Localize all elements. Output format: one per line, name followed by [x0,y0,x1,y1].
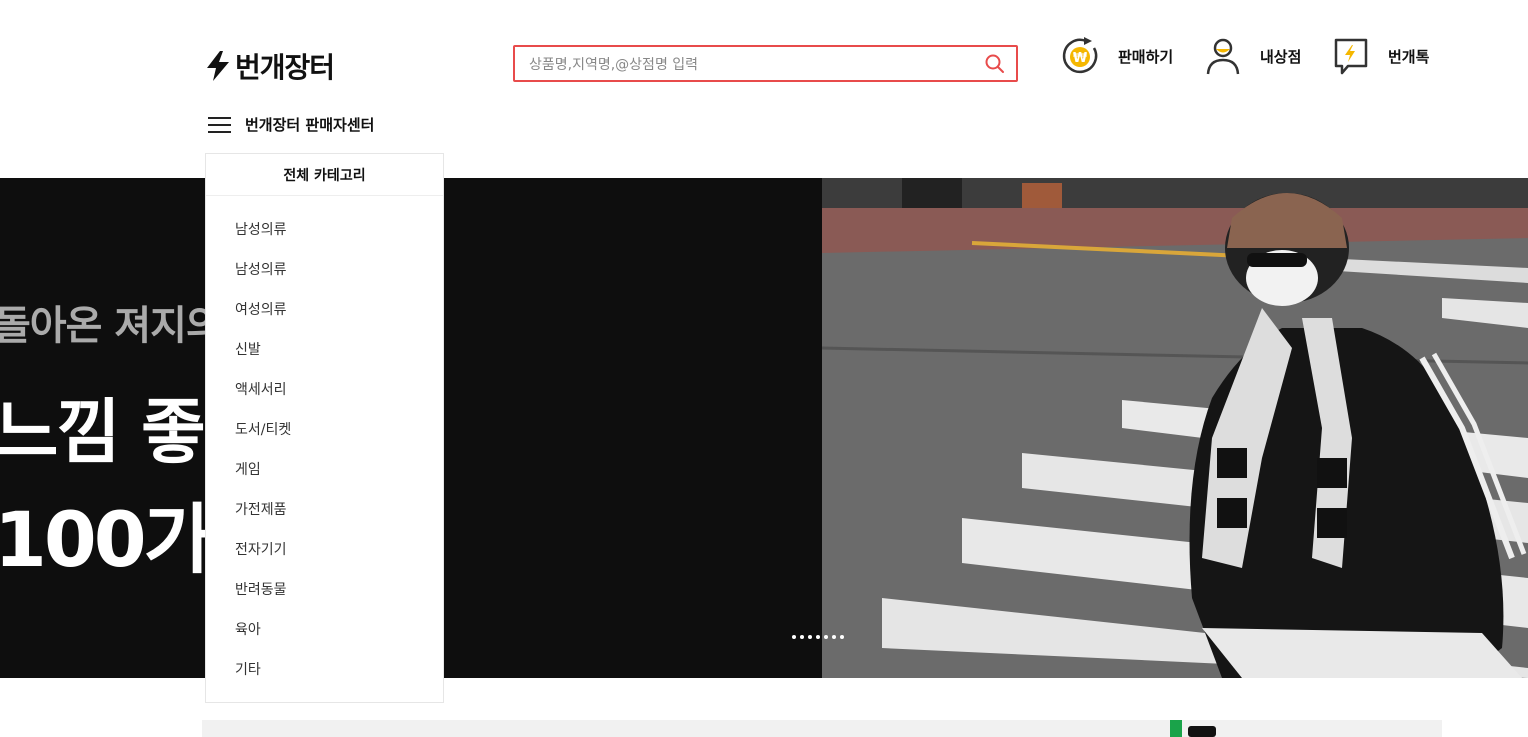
promo-graphic-icon [1170,720,1216,737]
seller-nav: 번개장터 판매자센터 [208,114,374,135]
category-item[interactable]: 신발 [206,330,443,370]
category-item[interactable]: 남성의류 [206,250,443,290]
logo[interactable]: 번개장터 [205,46,335,86]
category-item[interactable]: 여성의류 [206,290,443,330]
category-item[interactable]: 게임 [206,450,443,490]
street-photo-image [822,178,1528,678]
banner-dot[interactable] [824,635,828,639]
banner-pagination [792,635,844,639]
hamburger-menu-icon[interactable] [208,115,231,135]
banner-photo [822,178,1528,678]
category-item[interactable]: 가전제품 [206,490,443,530]
header: 번개장터 ₩ 판매하기 내상점 번개톡 [0,0,1528,178]
logo-text: 번개장터 [235,51,335,84]
banner-headline-2: 느낌 좋 [0,391,206,473]
category-list: 남성의류 남성의류 여성의류 신발 액세서리 도서/티켓 게임 가전제품 전자기… [206,196,443,690]
sell-button[interactable]: ₩ 판매하기 [1062,36,1173,76]
banner-dot[interactable] [808,635,812,639]
category-dropdown: 전체 카테고리 남성의류 남성의류 여성의류 신발 액세서리 도서/티켓 게임 … [205,153,444,703]
search-input[interactable] [527,47,971,82]
category-item[interactable]: 전자기기 [206,530,443,570]
svg-text:₩: ₩ [1073,51,1088,66]
banner-dot[interactable] [800,635,804,639]
category-item[interactable]: 도서/티켓 [206,410,443,450]
seller-center-link[interactable]: 번개장터 판매자센터 [245,114,374,135]
search-icon[interactable] [984,53,1006,75]
bungae-talk-label: 번개톡 [1388,47,1430,66]
category-title: 전체 카테고리 [206,154,443,196]
lightning-bolt-icon [207,51,229,81]
search-bar [513,45,1018,82]
category-item[interactable]: 육아 [206,610,443,650]
my-store-button[interactable]: 내상점 [1204,36,1301,76]
banner-headline-1: 돌아온 져지의 [0,303,223,349]
category-item[interactable]: 액세서리 [206,370,443,410]
category-item[interactable]: 남성의류 [206,210,443,250]
banner-dot[interactable] [816,635,820,639]
banner-dot[interactable] [792,635,796,639]
category-item[interactable]: 반려동물 [206,570,443,610]
bungae-talk-button[interactable]: 번개톡 [1332,36,1429,76]
user-icon [1206,38,1240,75]
banner-dot[interactable] [832,635,836,639]
category-item[interactable]: 기타 [206,650,443,690]
promo-strip[interactable] [202,720,1442,737]
banner-dot[interactable] [840,635,844,639]
my-store-label: 내상점 [1260,47,1302,66]
sell-label: 판매하기 [1118,47,1174,66]
won-sell-icon: ₩ [1062,37,1098,74]
chat-bolt-icon [1334,38,1368,75]
